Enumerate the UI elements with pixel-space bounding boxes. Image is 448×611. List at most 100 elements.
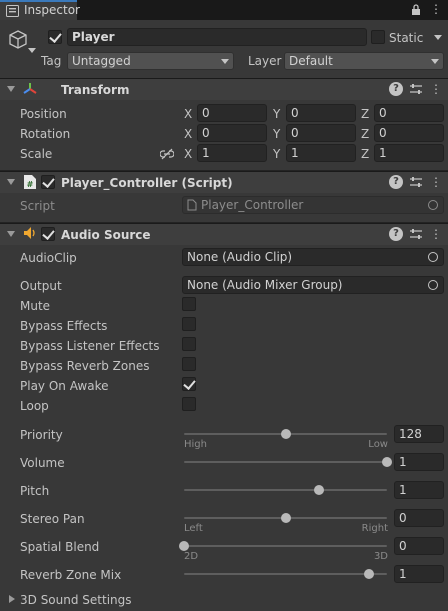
bypass-reverb-zones-label: Bypass Reverb Zones xyxy=(20,359,150,373)
pitch-value-field[interactable]: 1 xyxy=(394,481,444,499)
lock-icon[interactable] xyxy=(411,4,421,16)
help-icon[interactable]: ? xyxy=(389,175,403,189)
stereo-pan-slider-handle[interactable] xyxy=(280,513,291,523)
tab-title: Inspector xyxy=(24,3,80,17)
audio-source-title: Audio Source xyxy=(61,228,151,242)
spatial-blend-value-field[interactable]: 0 xyxy=(394,537,444,555)
spatial-blend-min-caption: 2D xyxy=(184,551,199,562)
transform-scale-z-field[interactable]: 1 xyxy=(374,144,444,162)
volume-value-field[interactable]: 1 xyxy=(394,453,444,471)
static-label: Static xyxy=(389,31,424,45)
object-name-field[interactable]: Player xyxy=(67,28,367,46)
transform-rotation-z-field[interactable]: 0 xyxy=(374,124,444,142)
priority-slider-handle[interactable] xyxy=(280,429,291,439)
preset-sliders-icon[interactable] xyxy=(409,82,423,96)
reverb-zone-mix-slider-handle[interactable] xyxy=(363,569,374,579)
audioclip-value: None (Audio Clip) xyxy=(187,250,293,264)
stereo-pan-label: Stereo Pan xyxy=(20,512,85,526)
output-field[interactable]: None (Audio Mixer Group) xyxy=(182,276,444,294)
audio-source-enabled-toggle[interactable] xyxy=(41,227,55,241)
preset-sliders-icon[interactable] xyxy=(409,227,423,241)
chevron-down-icon xyxy=(431,59,439,64)
play-on-awake-checkbox[interactable] xyxy=(182,377,196,391)
sound-settings-foldout[interactable]: 3D Sound Settings xyxy=(20,593,132,607)
loop-label: Loop xyxy=(20,399,49,413)
spatial-blend-slider-track[interactable] xyxy=(184,545,387,547)
foldout-arrow-icon[interactable] xyxy=(7,231,15,237)
transform-position-y-field[interactable]: 0 xyxy=(286,104,356,122)
volume-slider-track[interactable] xyxy=(184,461,387,463)
stereo-pan-max-caption: Right xyxy=(361,523,388,534)
reverb-zone-mix-slider-track[interactable] xyxy=(184,573,387,575)
transform-scale-label: Scale xyxy=(20,147,53,161)
foldout-arrow-icon[interactable] xyxy=(9,595,15,603)
component-menu-icon[interactable]: ⋮ xyxy=(430,82,442,96)
script-label: Script xyxy=(20,199,55,213)
axis-y-label: Y xyxy=(273,127,281,141)
help-icon[interactable]: ? xyxy=(389,82,403,96)
stereo-pan-value-field[interactable]: 0 xyxy=(394,509,444,527)
transform-rotation-x-field[interactable]: 0 xyxy=(197,124,267,142)
reverb-zone-mix-value-field[interactable]: 1 xyxy=(394,565,444,583)
play-on-awake-label: Play On Awake xyxy=(20,379,109,393)
layer-dropdown[interactable]: Default xyxy=(284,52,444,70)
object-picker-icon[interactable] xyxy=(428,252,438,262)
component-menu-icon[interactable]: ⋮ xyxy=(430,175,442,189)
stereo-pan-min-caption: Left xyxy=(184,523,203,534)
static-dropdown-arrow[interactable] xyxy=(434,35,442,40)
pitch-slider-handle[interactable] xyxy=(314,485,325,495)
speaker-icon xyxy=(24,227,35,239)
layer-value: Default xyxy=(289,54,333,68)
script-value: Player_Controller xyxy=(201,198,304,212)
volume-slider-handle[interactable] xyxy=(382,457,392,467)
icon-dropdown-arrow[interactable] xyxy=(28,48,36,53)
bypass-effects-checkbox[interactable] xyxy=(182,317,196,331)
mute-label: Mute xyxy=(20,299,51,313)
output-label: Output xyxy=(20,279,62,293)
transform-position-label: Position xyxy=(20,107,67,121)
audioclip-label: AudioClip xyxy=(20,251,77,265)
bypass-reverb-zones-checkbox[interactable] xyxy=(182,357,196,371)
preset-sliders-icon[interactable] xyxy=(409,175,423,189)
axis-y-label: Y xyxy=(273,147,281,161)
transform-position-x-field[interactable]: 0 xyxy=(197,104,267,122)
mute-checkbox[interactable] xyxy=(182,297,196,311)
audioclip-field[interactable]: None (Audio Clip) xyxy=(182,248,444,266)
active-toggle[interactable] xyxy=(48,30,62,44)
foldout-arrow-icon[interactable] xyxy=(7,86,15,92)
bypass-effects-label: Bypass Effects xyxy=(20,319,108,333)
link-icon[interactable] xyxy=(160,148,174,160)
output-value: None (Audio Mixer Group) xyxy=(187,278,343,292)
priority-value-field[interactable]: 128 xyxy=(394,425,444,443)
transform-rotation-y-field[interactable]: 0 xyxy=(286,124,356,142)
component-menu-icon[interactable]: ⋮ xyxy=(430,227,442,241)
priority-max-caption: Low xyxy=(368,439,388,450)
volume-label: Volume xyxy=(20,456,65,470)
object-picker-icon[interactable] xyxy=(428,200,438,210)
tab-inspector[interactable]: Inspector xyxy=(0,0,80,20)
transform-position-z-field[interactable]: 0 xyxy=(374,104,444,122)
more-options-icon[interactable]: ⋮ xyxy=(430,3,442,15)
pitch-label: Pitch xyxy=(20,484,50,498)
reverb-zone-mix-label: Reverb Zone Mix xyxy=(20,568,122,582)
script-field: Player_Controller xyxy=(182,196,444,214)
transform-axis-icon xyxy=(23,83,37,94)
static-toggle[interactable] xyxy=(371,30,385,44)
axis-x-label: X xyxy=(184,127,193,141)
bypass-listener-effects-label: Bypass Listener Effects xyxy=(20,339,160,353)
transform-scale-x-field[interactable]: 1 xyxy=(197,144,267,162)
chevron-down-icon xyxy=(221,59,229,64)
transform-scale-y-field[interactable]: 1 xyxy=(286,144,356,162)
transform-rotation-label: Rotation xyxy=(20,127,71,141)
help-icon[interactable]: ? xyxy=(389,227,403,241)
foldout-arrow-icon[interactable] xyxy=(7,179,15,185)
script-file-icon xyxy=(187,199,197,211)
svg-text:#: # xyxy=(27,180,34,189)
pitch-slider-track[interactable] xyxy=(184,489,387,491)
tag-dropdown[interactable]: Untagged xyxy=(67,52,234,70)
loop-checkbox[interactable] xyxy=(182,397,196,411)
script-enabled-toggle[interactable] xyxy=(41,175,55,189)
bypass-listener-effects-checkbox[interactable] xyxy=(182,337,196,351)
object-picker-icon[interactable] xyxy=(428,280,438,290)
axis-y-label: Y xyxy=(273,107,281,121)
